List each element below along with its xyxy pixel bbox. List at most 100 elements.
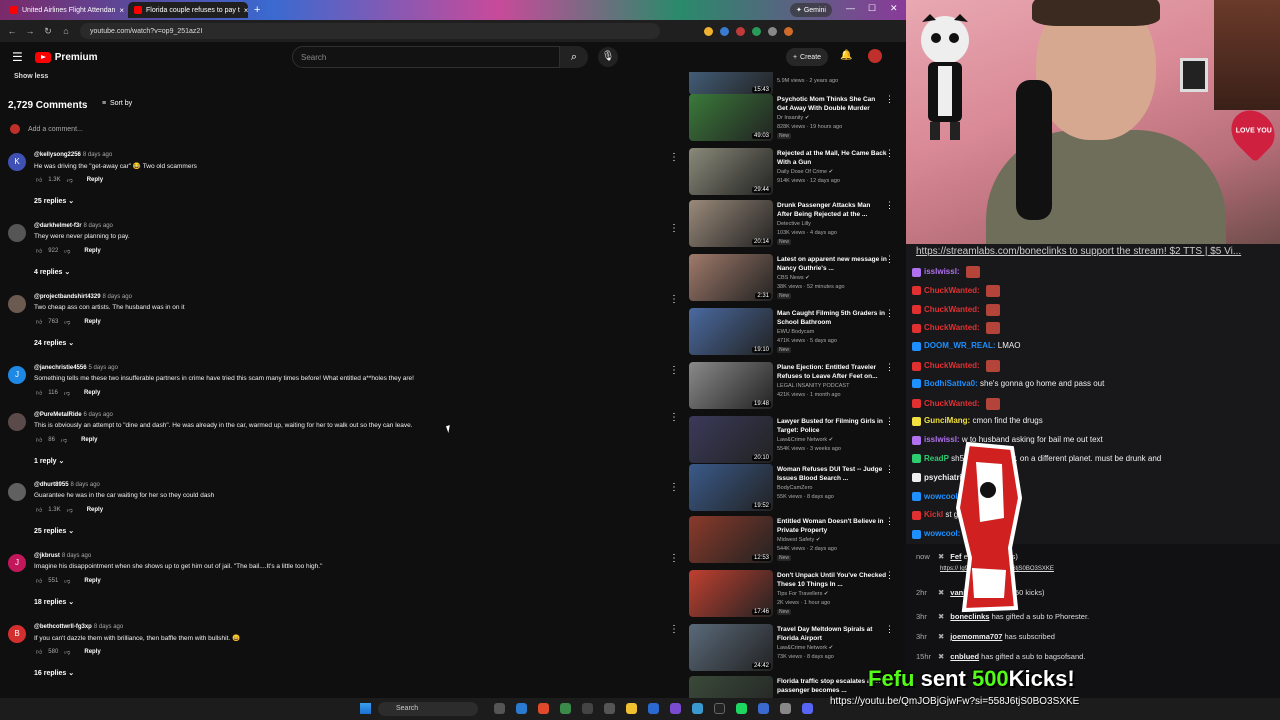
chat-username[interactable]: ChuckWanted: [924, 286, 980, 295]
chat-username[interactable]: ReadP [924, 454, 949, 463]
more-options-icon[interactable]: ⋮ [885, 308, 894, 319]
replies-toggle[interactable]: 4 replies ⌄ [34, 268, 70, 276]
like-icon[interactable]: 👍︎ [36, 648, 42, 656]
comment-author[interactable]: @PureMetalRide 6 days ago [34, 412, 113, 418]
chat-username[interactable]: ChuckWanted: [924, 361, 980, 370]
video-thumbnail[interactable]: 49:03 [689, 94, 773, 141]
avatar[interactable] [8, 413, 26, 431]
video-channel[interactable]: Midwest Safety ✔ [777, 537, 820, 543]
replies-toggle[interactable]: 25 replies ⌄ [34, 527, 74, 535]
more-options-icon[interactable]: ⋮ [885, 200, 894, 211]
comment-handle[interactable]: @bethcottwrll-fg3xp [34, 624, 92, 630]
more-options-icon[interactable]: ⋮ [669, 152, 679, 163]
chat-username[interactable]: isslwissl: [924, 267, 960, 276]
reload-icon[interactable]: ↻ [42, 26, 54, 37]
comment-handle[interactable]: @dhurt8955 [34, 482, 69, 488]
like-icon[interactable]: 👍︎ [36, 176, 42, 184]
video-thumbnail[interactable]: 17:46 [689, 570, 773, 617]
comment-author[interactable]: @dhurt8955 8 days ago [34, 482, 100, 488]
comment-author[interactable]: @projectbandshirt4329 8 days ago [34, 294, 132, 300]
app-icon[interactable] [780, 703, 791, 714]
chat-username[interactable]: DOOM_WR_REAL: [924, 341, 996, 350]
close-window-icon[interactable]: ✕ [890, 3, 898, 14]
video-title[interactable]: Travel Day Meltdown Spirals at Florida A… [777, 626, 887, 643]
video-channel[interactable]: Law&Crime Network ✔ [777, 645, 833, 651]
more-options-icon[interactable]: ⋮ [885, 94, 894, 105]
chat-username[interactable]: Kickl [924, 510, 943, 519]
more-options-icon[interactable]: ⋮ [885, 570, 894, 581]
reply-button[interactable]: Reply [84, 248, 100, 254]
avatar[interactable] [8, 224, 26, 242]
browser-tab[interactable]: United Airlines Flight Attendan × [4, 2, 124, 18]
related-video[interactable]: 29:44 Rejected at the Mall, He Came Back … [688, 148, 900, 200]
more-options-icon[interactable]: ⋮ [669, 294, 679, 305]
video-thumbnail[interactable]: 19:48 [689, 362, 773, 409]
chat-username[interactable]: GunciMang: [924, 416, 970, 425]
comment-handle[interactable]: @PureMetalRide [34, 412, 82, 418]
video-channel[interactable]: Dr Insanity ✔ [777, 115, 809, 121]
more-options-icon[interactable]: ⋮ [669, 412, 679, 423]
video-title[interactable]: Entitled Woman Doesn't Believe in Privat… [777, 518, 887, 535]
minimize-icon[interactable]: — [846, 3, 855, 13]
close-tab-icon[interactable]: × [119, 6, 124, 15]
video-title[interactable]: Drunk Passenger Attacks Man After Being … [777, 202, 887, 219]
dislike-icon[interactable]: 👎︎ [64, 648, 70, 656]
video-thumbnail[interactable] [689, 676, 773, 698]
video-title[interactable]: Lawyer Busted for Filming Girls in Targe… [777, 418, 887, 435]
related-video[interactable]: 2:31 Latest on apparent new message in Na… [688, 254, 900, 306]
video-title[interactable]: Latest on apparent new message in Nancy … [777, 256, 887, 273]
video-thumbnail[interactable]: 12:53 [689, 516, 773, 563]
dislike-icon[interactable]: 👎︎ [64, 318, 70, 326]
comment-author[interactable]: @janechristie4556 5 days ago [34, 365, 118, 371]
related-video[interactable]: 19:10 Man Caught Filming 5th Graders in S… [688, 308, 900, 360]
create-button[interactable]: + Create [786, 48, 828, 66]
avatar[interactable]: K [8, 153, 26, 171]
chat-username[interactable]: ChuckWanted: [924, 399, 980, 408]
avatar[interactable]: B [8, 625, 26, 643]
extension-icon[interactable] [720, 26, 729, 36]
video-thumbnail[interactable]: 20:10 [689, 416, 773, 463]
avatar[interactable]: J [8, 366, 26, 384]
extension-icon[interactable] [704, 26, 713, 36]
video-thumbnail[interactable]: 24:42 [689, 624, 773, 671]
chat-username[interactable]: ChuckWanted: [924, 324, 980, 333]
search-input[interactable]: Search [292, 46, 560, 68]
obs-icon[interactable] [714, 703, 725, 714]
chat-banner-link[interactable]: https://streamlabs.com/boneclinks to sup… [916, 246, 1241, 257]
extension-icon[interactable] [768, 26, 777, 36]
profile-icon[interactable] [784, 26, 793, 36]
app-icon[interactable] [560, 703, 571, 714]
reply-button[interactable]: Reply [84, 649, 100, 655]
reply-button[interactable]: Reply [84, 578, 100, 584]
maximize-icon[interactable]: ☐ [868, 3, 876, 14]
more-options-icon[interactable]: ⋮ [885, 464, 894, 475]
video-title[interactable]: Don't Unpack Until You've Checked These … [777, 572, 887, 589]
back-icon[interactable]: ← [6, 26, 18, 36]
browser-tab-active[interactable]: Florida couple refuses to pay t × [128, 2, 248, 18]
menu-icon[interactable]: ☰ [12, 50, 23, 64]
video-thumbnail[interactable]: 19:52 [689, 464, 773, 511]
dislike-icon[interactable]: 👎︎ [61, 436, 67, 444]
video-channel[interactable]: CBS News ✔ [777, 275, 810, 281]
reply-button[interactable]: Reply [87, 507, 103, 513]
video-thumbnail[interactable]: 29:44 [689, 148, 773, 195]
related-video[interactable]: 19:52 Woman Refuses DUI Test -- Judge Iss… [688, 464, 900, 516]
video-title[interactable]: Psychotic Mom Thinks She Can Get Away Wi… [777, 96, 887, 113]
more-options-icon[interactable]: ⋮ [885, 362, 894, 373]
video-channel[interactable]: Law&Crime Network ✔ [777, 437, 833, 443]
more-options-icon[interactable]: ⋮ [885, 254, 894, 265]
more-options-icon[interactable]: ⋮ [669, 553, 679, 564]
sort-button[interactable]: ≡ Sort by [102, 100, 132, 107]
replies-toggle[interactable]: 1 reply ⌄ [34, 457, 64, 465]
dislike-icon[interactable]: 👎︎ [67, 506, 73, 514]
related-video[interactable]: 20:10 Lawyer Busted for Filming Girls in … [688, 416, 900, 468]
reply-button[interactable]: Reply [87, 177, 103, 183]
windows-start-icon[interactable] [360, 703, 371, 714]
search-button[interactable]: ⌕ [560, 46, 588, 68]
notifications-icon[interactable]: 🔔 [840, 50, 852, 61]
more-options-icon[interactable]: ⋮ [669, 365, 679, 376]
video-thumbnail[interactable]: 2:31 [689, 254, 773, 301]
replies-toggle[interactable]: 16 replies ⌄ [34, 669, 74, 677]
event-user[interactable]: cnblued [950, 652, 979, 661]
app-icon[interactable] [670, 703, 681, 714]
